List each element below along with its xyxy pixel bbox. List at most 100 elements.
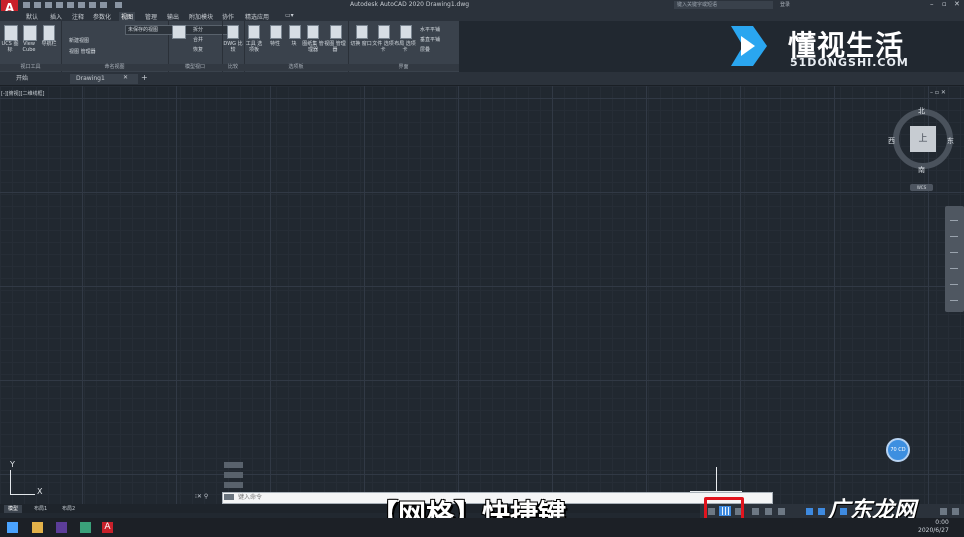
viewcube-icon: [23, 25, 37, 41]
steering-wheel-icon[interactable]: [950, 220, 958, 221]
ucs-icon-button[interactable]: UCS 图标: [1, 41, 19, 53]
compass-west[interactable]: 西: [888, 136, 895, 146]
tab-featured-apps[interactable]: 精选应用: [245, 12, 269, 21]
autocad-taskbar-icon[interactable]: A: [102, 522, 113, 533]
layout-tabs-button[interactable]: 布局 选项卡: [394, 41, 416, 53]
tool-palettes-button[interactable]: 工具 选项板: [244, 41, 264, 53]
sign-in-link[interactable]: 登录: [780, 1, 790, 8]
tab-manage[interactable]: 管理: [145, 12, 157, 21]
share-icon[interactable]: [78, 2, 85, 8]
ucs-x-axis: [10, 494, 35, 495]
drawing-canvas[interactable]: [0, 86, 964, 504]
group-label: 比较: [222, 64, 244, 71]
zoom-icon[interactable]: [950, 252, 958, 253]
switch-window-button[interactable]: 切换 窗口: [350, 41, 372, 47]
app-icon[interactable]: [80, 522, 91, 533]
tile-vertical-button[interactable]: 垂直平铺: [420, 36, 440, 43]
compass-south[interactable]: 南: [918, 165, 925, 175]
tab-insert[interactable]: 插入: [50, 12, 62, 21]
customize-icon[interactable]: [940, 508, 947, 515]
redo-icon[interactable]: [115, 2, 122, 8]
status-menu-icon[interactable]: [952, 508, 959, 515]
properties-button[interactable]: 特性: [266, 41, 284, 47]
blue-circle-marker[interactable]: 70 CD: [886, 438, 910, 462]
view-manager-palette-button[interactable]: 视图 管理器: [324, 41, 346, 53]
ortho-icon[interactable]: [752, 508, 759, 515]
command-history-line: [224, 482, 243, 488]
osnap-icon[interactable]: [806, 508, 813, 515]
save-icon[interactable]: [45, 2, 52, 8]
command-history-line: [224, 472, 243, 478]
new-file-icon[interactable]: [23, 2, 30, 8]
ribbon-panel: UCS 图标 View Cube 导航栏 视口工具 未保存的视图 新建视图 视图…: [0, 21, 459, 72]
save-as-icon[interactable]: [56, 2, 63, 8]
viewport-controls[interactable]: [-][俯视][二维线框]: [1, 90, 45, 97]
print-icon[interactable]: [89, 2, 96, 8]
viewport-window-controls[interactable]: – ▫ ✕: [930, 89, 946, 96]
view-manager-button[interactable]: 视图 管理器: [69, 48, 96, 55]
tab-addins[interactable]: 附加模块: [189, 12, 213, 21]
compass-east[interactable]: 东: [947, 136, 954, 146]
viewcube-top-face[interactable]: 上: [910, 126, 936, 152]
document-tab-bar: 开始 Drawing1 ✕ +: [0, 72, 964, 86]
web-icon[interactable]: [67, 2, 74, 8]
tab-home[interactable]: 默认: [26, 12, 38, 21]
navbar-button[interactable]: 导航栏: [38, 41, 60, 47]
system-clock: 0:00 2020/6/27: [918, 519, 949, 535]
join-button[interactable]: 合并: [193, 36, 203, 43]
polar-icon[interactable]: [765, 508, 772, 515]
command-close-icon[interactable]: ⁝✕ ⚲: [195, 493, 208, 500]
close-icon[interactable]: ✕: [954, 0, 960, 8]
tab-parametric[interactable]: 参数化: [93, 12, 111, 21]
tab-collaborate[interactable]: 协作: [222, 12, 234, 21]
close-tab-icon[interactable]: ✕: [123, 74, 128, 81]
minimize-icon[interactable]: –: [930, 0, 934, 8]
ribbon-tab-bar: 默认 插入 注释 参数化 视图 管理 输出 附加模块 协作 精选应用 ▭▾: [0, 11, 964, 21]
new-view-button[interactable]: 新建视图: [69, 37, 89, 44]
new-tab-icon[interactable]: +: [141, 73, 148, 82]
tab-model[interactable]: 模型: [4, 505, 23, 513]
tab-layout2[interactable]: 布局2: [58, 505, 79, 513]
undo-icon[interactable]: [100, 2, 107, 8]
group-label: 视口工具: [0, 64, 61, 71]
file-explorer-icon[interactable]: [32, 522, 43, 533]
command-prompt-icon[interactable]: [224, 494, 234, 500]
compass-north[interactable]: 北: [918, 106, 925, 116]
viewcube-button[interactable]: View Cube: [20, 41, 38, 53]
block-button[interactable]: 块: [286, 41, 302, 47]
cascade-button[interactable]: 层叠: [420, 46, 430, 53]
tab-output[interactable]: 输出: [167, 12, 179, 21]
otrack-icon[interactable]: [818, 508, 825, 515]
premiere-icon[interactable]: [56, 522, 67, 533]
orbit-icon[interactable]: [950, 268, 958, 269]
split-button[interactable]: 拆分: [193, 26, 203, 33]
view-manager-icon: [330, 25, 342, 39]
sheet-set-button[interactable]: 图纸集 管理器: [302, 41, 324, 53]
search-input[interactable]: 键入关键字或短语: [674, 1, 773, 9]
navbar-icon: [43, 25, 55, 41]
tab-more[interactable]: ▭▾: [285, 12, 294, 19]
tile-horizontal-button[interactable]: 水平平铺: [420, 26, 440, 33]
navigation-bar[interactable]: [945, 206, 964, 312]
restore-button[interactable]: 恢复: [193, 46, 203, 53]
wcs-menu[interactable]: WCS: [910, 184, 933, 191]
sheet-set-icon: [307, 25, 319, 39]
dwg-compare-button[interactable]: DWG 比较: [223, 41, 243, 53]
isodraft-icon[interactable]: [778, 508, 785, 515]
open-file-icon[interactable]: [34, 2, 41, 8]
nav-menu-icon[interactable]: [950, 300, 958, 301]
start-icon[interactable]: [7, 522, 18, 533]
command-history-line: [224, 462, 243, 468]
ucs-y-label: Y: [10, 460, 15, 469]
pan-icon[interactable]: [950, 236, 958, 237]
file-tabs-button[interactable]: 文件 选项卡: [372, 41, 394, 53]
watermark-url: 51DONGSHI.COM: [790, 56, 909, 69]
viewport-config-icon[interactable]: [172, 25, 186, 39]
tab-start[interactable]: 开始: [10, 74, 71, 84]
maximize-icon[interactable]: ▫: [942, 0, 947, 8]
tab-annotate[interactable]: 注释: [72, 12, 84, 21]
showmotion-icon[interactable]: [950, 284, 958, 285]
tab-view[interactable]: 视图: [119, 12, 136, 21]
window-title: Autodesk AutoCAD 2020 Drawing1.dwg: [350, 1, 470, 8]
tab-layout1[interactable]: 布局1: [30, 505, 51, 513]
